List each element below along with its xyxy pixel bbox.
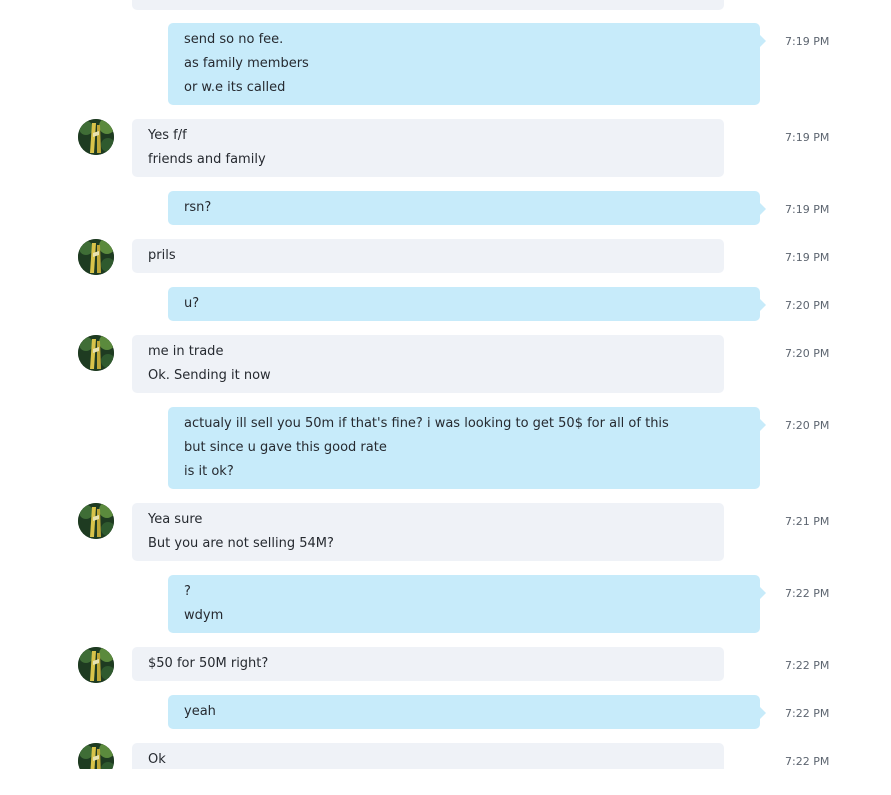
- message-text: rsn?: [184, 200, 212, 215]
- contact-avatar[interactable]: [78, 743, 114, 769]
- contact-avatar[interactable]: [78, 335, 114, 371]
- contact-avatar[interactable]: [78, 647, 114, 683]
- outgoing-message-bubble[interactable]: rsn?: [168, 191, 766, 225]
- message-timestamp: 7:22 PM: [785, 659, 830, 672]
- chat-conversation[interactable]: send so no fee. as family members or w.e…: [0, 0, 891, 769]
- message-timestamp: 7:20 PM: [785, 419, 830, 432]
- incoming-message-bubble[interactable]: $50 for 50M right?: [132, 647, 724, 681]
- message-text: actualy ill sell you 50m if that's fine?…: [184, 416, 669, 431]
- outgoing-message-bubble[interactable]: ? wdym: [168, 575, 766, 633]
- outgoing-message-bubble[interactable]: yeah: [168, 695, 766, 729]
- message-text: or w.e its called: [184, 80, 286, 95]
- message-timestamp: 7:22 PM: [785, 587, 830, 600]
- message-timestamp: 7:19 PM: [785, 35, 830, 48]
- message-timestamp: 7:20 PM: [785, 299, 830, 312]
- message-text: ?: [184, 584, 191, 599]
- message-text: is it ok?: [184, 464, 234, 479]
- contact-avatar-icon: [78, 503, 114, 539]
- message-timestamp: 7:21 PM: [785, 515, 830, 528]
- message-timestamp: 7:20 PM: [785, 347, 830, 360]
- incoming-message-bubble[interactable]: Yes f/f friends and family: [132, 119, 724, 177]
- message-text: as family members: [184, 56, 309, 71]
- message-timestamp: 7:19 PM: [785, 251, 830, 264]
- contact-avatar[interactable]: [78, 119, 114, 155]
- incoming-message-bubble[interactable]: [132, 0, 724, 10]
- message-text: But you are not selling 54M?: [148, 536, 334, 551]
- message-timestamp: 7:19 PM: [785, 203, 830, 216]
- contact-avatar-icon: [78, 119, 114, 155]
- message-text: send so no fee.: [184, 32, 284, 47]
- message-text: Yea sure: [148, 512, 203, 527]
- contact-avatar-icon: [78, 335, 114, 371]
- contact-avatar-icon: [78, 647, 114, 683]
- incoming-message-bubble[interactable]: prils: [132, 239, 724, 273]
- message-text: $50 for 50M right?: [148, 656, 269, 671]
- message-text: yeah: [184, 704, 216, 719]
- message-text: Ok: [148, 752, 166, 767]
- message-timestamp: 7:22 PM: [785, 755, 830, 768]
- incoming-message-bubble[interactable]: Ok: [132, 743, 724, 769]
- contact-avatar-icon: [78, 743, 114, 769]
- contact-avatar[interactable]: [78, 239, 114, 275]
- incoming-message-bubble[interactable]: Yea sure But you are not selling 54M?: [132, 503, 724, 561]
- message-timestamp: 7:19 PM: [785, 131, 830, 144]
- message-timestamp: 7:22 PM: [785, 707, 830, 720]
- message-text: u?: [184, 296, 200, 311]
- message-text: Yes f/f: [148, 128, 187, 143]
- message-text: wdym: [184, 608, 224, 623]
- outgoing-message-bubble[interactable]: actualy ill sell you 50m if that's fine?…: [168, 407, 766, 489]
- message-text: but since u gave this good rate: [184, 440, 387, 455]
- contact-avatar-icon: [78, 239, 114, 275]
- outgoing-message-bubble[interactable]: u?: [168, 287, 766, 321]
- message-text: friends and family: [148, 152, 266, 167]
- outgoing-message-bubble[interactable]: send so no fee. as family members or w.e…: [168, 23, 766, 105]
- contact-avatar[interactable]: [78, 503, 114, 539]
- message-text: prils: [148, 248, 176, 263]
- incoming-message-bubble[interactable]: me in trade Ok. Sending it now: [132, 335, 724, 393]
- message-text: me in trade: [148, 344, 224, 359]
- message-text: Ok. Sending it now: [148, 368, 271, 383]
